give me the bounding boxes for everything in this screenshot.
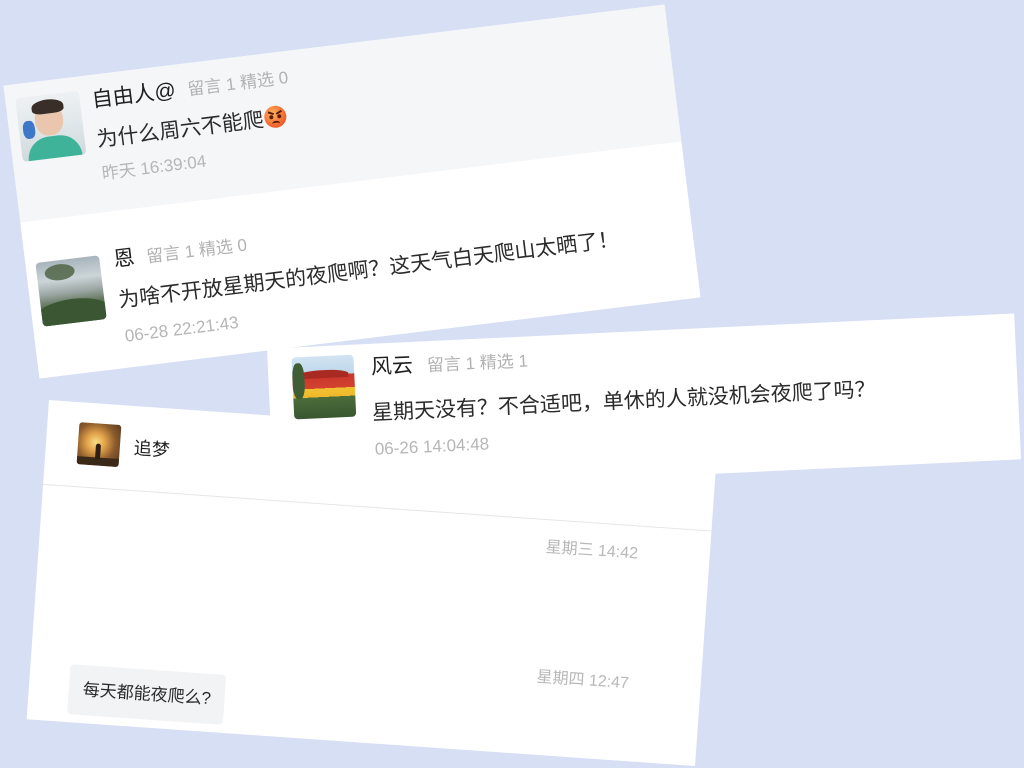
chat-timestamp: 星期四 12:47 <box>535 668 630 693</box>
angry-face-icon <box>263 104 288 130</box>
emoji-mouth <box>271 120 281 128</box>
comment-author-stats: 留言 1 精选 0 <box>145 235 248 267</box>
comment-text: 为什么周六不能爬 <box>95 104 288 155</box>
chat-timestamp: 星期三 14:42 <box>545 539 639 563</box>
comment-author-name[interactable]: 恩 <box>112 244 136 274</box>
comment-meta: 恩 留言 1 精选 0 <box>112 230 249 274</box>
avatar-red-building-icon[interactable] <box>291 354 357 419</box>
comment-author-name[interactable]: 风云 <box>370 351 413 381</box>
comment-time: 昨天 16:39:04 <box>100 151 208 184</box>
comment-card: 风云 留言 1 精选 1 星期天没有？不合适吧，单休的人就没机会夜爬了吗？ 06… <box>266 312 1022 495</box>
comment-item: 风云 留言 1 精选 1 星期天没有？不合适吧，单休的人就没机会夜爬了吗？ 06… <box>267 313 1021 494</box>
chat-message-bubble[interactable]: 每天都能夜爬么? <box>67 664 227 725</box>
comment-author-name[interactable]: 自由人@ <box>90 77 178 115</box>
comment-text-content: 为什么周六不能爬 <box>95 108 265 152</box>
avatar-roof-shape <box>298 368 349 379</box>
avatar-tree-shape <box>43 262 76 282</box>
avatar-tree-shape <box>291 362 306 400</box>
avatar-hand-shape <box>22 120 37 140</box>
avatar-landscape-icon[interactable] <box>35 255 107 327</box>
avatar-hill-shape <box>35 294 107 327</box>
comment-list-card: 自由人@ 留言 1 精选 0 为什么周六不能爬 昨天 16:39:04 恩 留言… <box>3 4 701 379</box>
avatar-boy-green-shirt-icon[interactable] <box>15 90 87 162</box>
comment-text: 星期天没有？不合适吧，单休的人就没机会夜爬了吗？ <box>371 377 877 425</box>
comment-author-stats: 留言 1 精选 0 <box>186 68 290 100</box>
comment-time: 06-28 22:21:43 <box>123 312 240 346</box>
comment-meta: 风云 留言 1 精选 1 <box>370 346 528 381</box>
comment-time: 06-26 14:04:48 <box>374 433 490 459</box>
comment-author-stats: 留言 1 精选 1 <box>426 350 529 375</box>
avatar-sunset-silhouette-icon[interactable] <box>76 422 122 468</box>
avatar-body-shape <box>26 132 83 162</box>
chat-contact-name[interactable]: 追梦 <box>133 436 171 462</box>
emoji-eye <box>269 115 274 120</box>
emoji-eye <box>277 114 282 119</box>
